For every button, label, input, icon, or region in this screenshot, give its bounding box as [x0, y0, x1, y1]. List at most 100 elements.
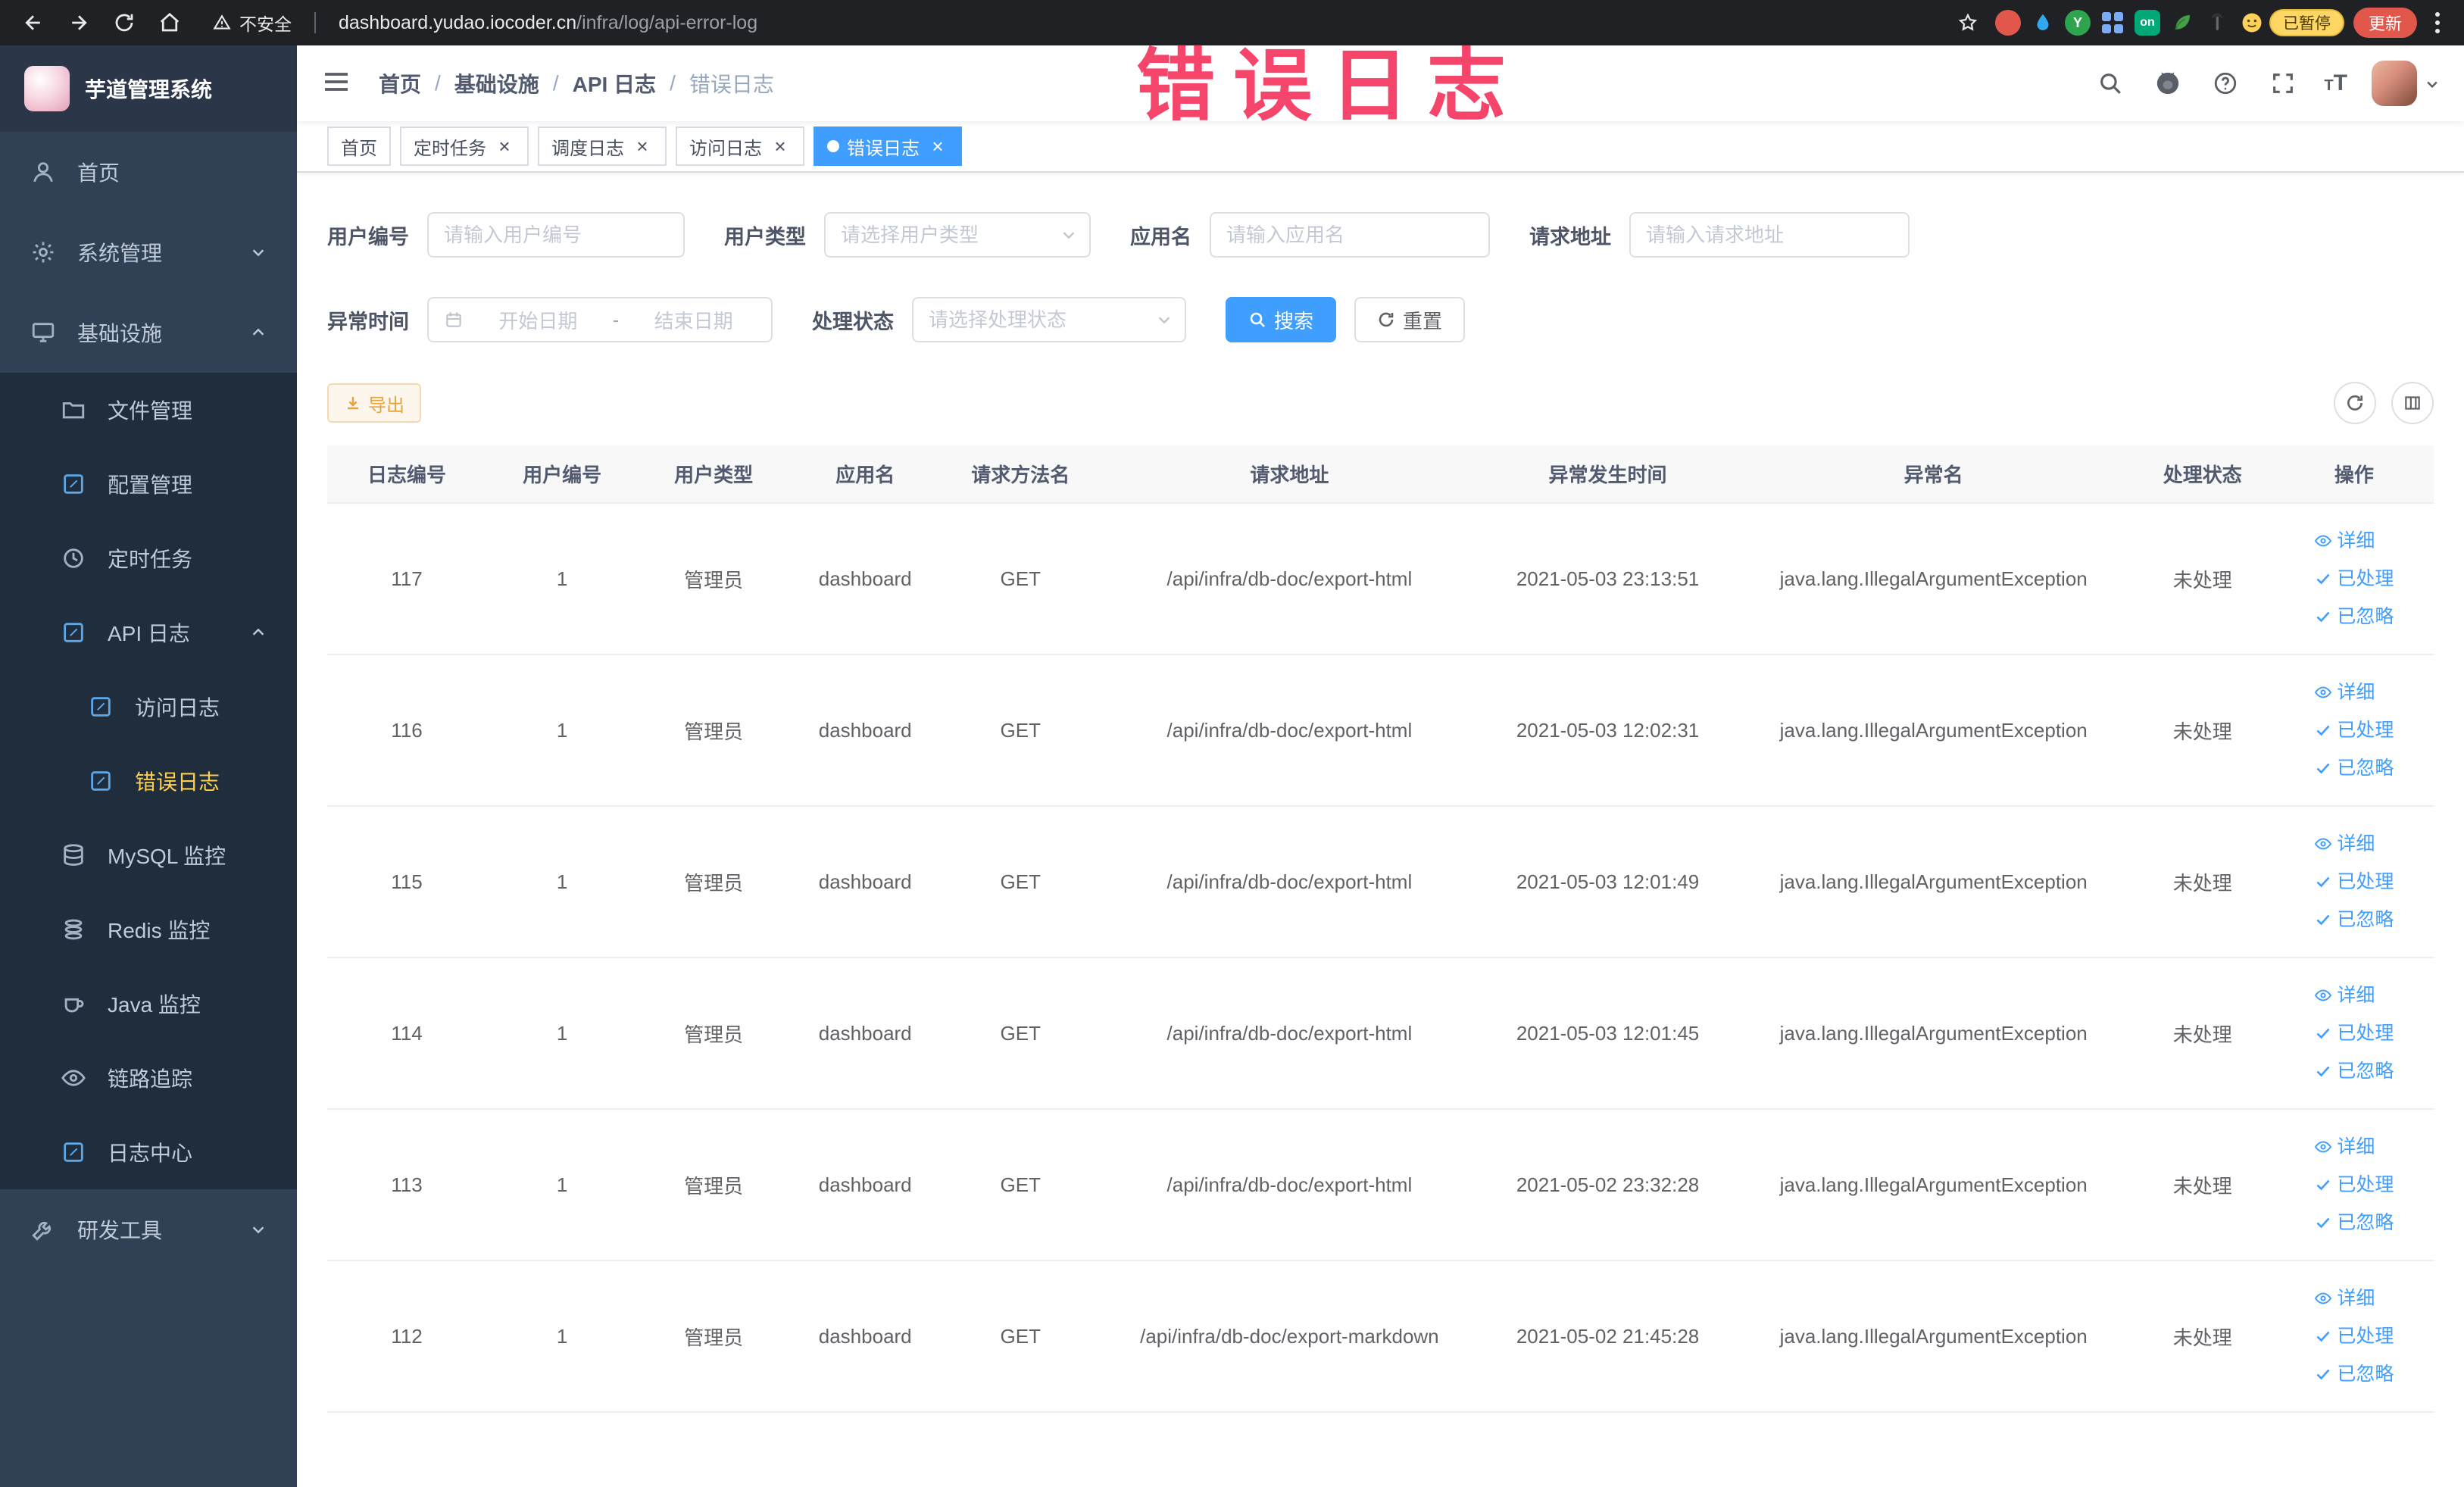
processed-link[interactable]: 已处理 [2314, 1016, 2394, 1051]
export-button[interactable]: 导出 [327, 383, 421, 423]
user-type-label: 用户类型 [724, 225, 806, 248]
sidebar-item-infra[interactable]: 基础设施 [0, 292, 297, 373]
ignore-link[interactable]: 已忽略 [2314, 1205, 2394, 1240]
table-row: 117 1 管理员 dashboard GET /api/infra/db-do… [327, 503, 2434, 655]
github-icon[interactable] [2151, 67, 2184, 100]
ignore-link[interactable]: 已忽略 [2314, 902, 2394, 937]
extension-leaf-icon[interactable] [2169, 10, 2195, 36]
breadcrumb-infra[interactable]: 基础设施 [454, 68, 539, 98]
help-icon[interactable] [2209, 67, 2242, 100]
close-icon[interactable]: × [494, 136, 515, 157]
font-size-icon[interactable]: TT [2324, 72, 2347, 95]
check-icon [2316, 763, 2330, 774]
app-name-input[interactable] [1210, 212, 1490, 258]
extension-red-icon[interactable] [1994, 10, 2021, 36]
tab-error-log[interactable]: 错误日志 × [814, 127, 962, 166]
ignore-link[interactable]: 已忽略 [2314, 751, 2394, 786]
tab-job-log[interactable]: 调度日志 × [538, 127, 667, 166]
column-header: 操作 [2274, 445, 2434, 504]
tab-job[interactable]: 定时任务 × [400, 127, 529, 166]
date-range-picker[interactable]: 开始日期 - 结束日期 [427, 297, 773, 342]
sidebar-item-log-center[interactable]: 日志中心 [0, 1115, 297, 1189]
search-button[interactable]: 搜索 [1226, 297, 1337, 342]
extension-y-icon[interactable]: Y [2064, 10, 2091, 36]
browser-menu-icon[interactable] [2426, 12, 2449, 33]
sidebar-item-trace[interactable]: 链路追踪 [0, 1041, 297, 1115]
edit-icon [61, 471, 86, 497]
processed-link[interactable]: 已处理 [2314, 864, 2394, 899]
security-chip[interactable]: 不安全 [212, 10, 292, 36]
breadcrumb-home[interactable]: 首页 [379, 68, 421, 98]
user-id-input[interactable] [427, 212, 685, 258]
sidebar-item-java[interactable]: Java 监控 [0, 967, 297, 1041]
extension-on-icon[interactable]: on [2134, 10, 2160, 36]
user-type-select[interactable] [824, 212, 1091, 258]
update-button[interactable]: 更新 [2353, 8, 2417, 38]
detail-link[interactable]: 详细 [2314, 978, 2375, 1013]
sidebar-item-redis[interactable]: Redis 监控 [0, 892, 297, 967]
paused-extension[interactable]: 已暂停 [2239, 9, 2344, 36]
tab-home[interactable]: 首页 [327, 127, 391, 166]
detail-link[interactable]: 详细 [2314, 523, 2375, 558]
ignore-link[interactable]: 已忽略 [2314, 1054, 2394, 1089]
sidebar-item-file[interactable]: 文件管理 [0, 373, 297, 447]
forward-icon[interactable] [61, 5, 97, 41]
column-settings-button[interactable] [2391, 382, 2434, 424]
sidebar-item-api-log[interactable]: API 日志 [0, 595, 297, 670]
refresh-icon [2347, 395, 2363, 411]
search-icon[interactable] [2094, 67, 2127, 100]
sidebar-item-error-log[interactable]: 错误日志 [0, 744, 297, 818]
url-host: dashboard.yudao.iocoder.cn [339, 11, 577, 33]
extension-drop-icon[interactable] [2030, 10, 2056, 36]
detail-link[interactable]: 详细 [2314, 675, 2375, 710]
request-url-input[interactable] [1629, 212, 1910, 258]
tab-access-log[interactable]: 访问日志 × [676, 127, 804, 166]
user-menu[interactable] [2372, 61, 2440, 106]
ignore-link[interactable]: 已忽略 [2314, 599, 2394, 634]
caret-down-icon [2425, 70, 2440, 98]
divider [314, 12, 316, 33]
sidebar-item-dev-tools[interactable]: 研发工具 [0, 1189, 297, 1270]
back-icon[interactable] [15, 5, 52, 41]
sidebar-item-config[interactable]: 配置管理 [0, 447, 297, 521]
fullscreen-icon[interactable] [2266, 67, 2300, 100]
process-status-select[interactable] [912, 297, 1186, 342]
reset-button[interactable]: 重置 [1354, 297, 1466, 342]
breadcrumb-current: 错误日志 [689, 73, 774, 96]
sidebar-logo[interactable]: 芋道管理系统 [0, 45, 297, 132]
close-icon[interactable]: × [927, 136, 948, 157]
sidebar-item-access-log[interactable]: 访问日志 [0, 670, 297, 744]
detail-link[interactable]: 详细 [2314, 1129, 2375, 1164]
ignore-link[interactable]: 已忽略 [2314, 1357, 2394, 1392]
database-icon [61, 842, 86, 868]
reload-icon[interactable] [106, 5, 142, 41]
chevron-up-icon [250, 324, 267, 341]
home-icon[interactable] [151, 5, 188, 41]
extension-axe-icon[interactable] [2204, 10, 2230, 36]
column-header: 处理状态 [2130, 445, 2275, 504]
url-bar[interactable]: dashboard.yudao.iocoder.cn/infra/log/api… [339, 12, 757, 34]
error-log-table: 日志编号 用户编号 用户类型 应用名 请求方法名 请求地址 异常发生时间 异常名… [327, 445, 2434, 1413]
eye-icon [61, 1065, 86, 1091]
refresh-table-button[interactable] [2334, 382, 2376, 424]
close-icon[interactable]: × [632, 136, 653, 157]
eye-icon [2315, 686, 2332, 698]
extension-grid-icon[interactable] [2100, 10, 2125, 36]
detail-link[interactable]: 详细 [2314, 1281, 2375, 1316]
processed-link[interactable]: 已处理 [2314, 1319, 2394, 1354]
search-icon [1250, 312, 1265, 327]
home-nav-icon [30, 159, 56, 185]
sidebar-item-system[interactable]: 系统管理 [0, 212, 297, 292]
processed-link[interactable]: 已处理 [2314, 1167, 2394, 1202]
sidebar-item-mysql[interactable]: MySQL 监控 [0, 818, 297, 892]
sidebar-item-job[interactable]: 定时任务 [0, 521, 297, 595]
check-icon [2316, 573, 2330, 585]
processed-link[interactable]: 已处理 [2314, 561, 2394, 596]
bookmark-star-icon[interactable] [1950, 5, 1986, 41]
detail-link[interactable]: 详细 [2314, 826, 2375, 861]
hamburger-icon[interactable] [321, 67, 354, 100]
sidebar-item-home[interactable]: 首页 [0, 132, 297, 212]
processed-link[interactable]: 已处理 [2314, 713, 2394, 748]
breadcrumb-api-log[interactable]: API 日志 [573, 68, 656, 98]
close-icon[interactable]: × [770, 136, 791, 157]
